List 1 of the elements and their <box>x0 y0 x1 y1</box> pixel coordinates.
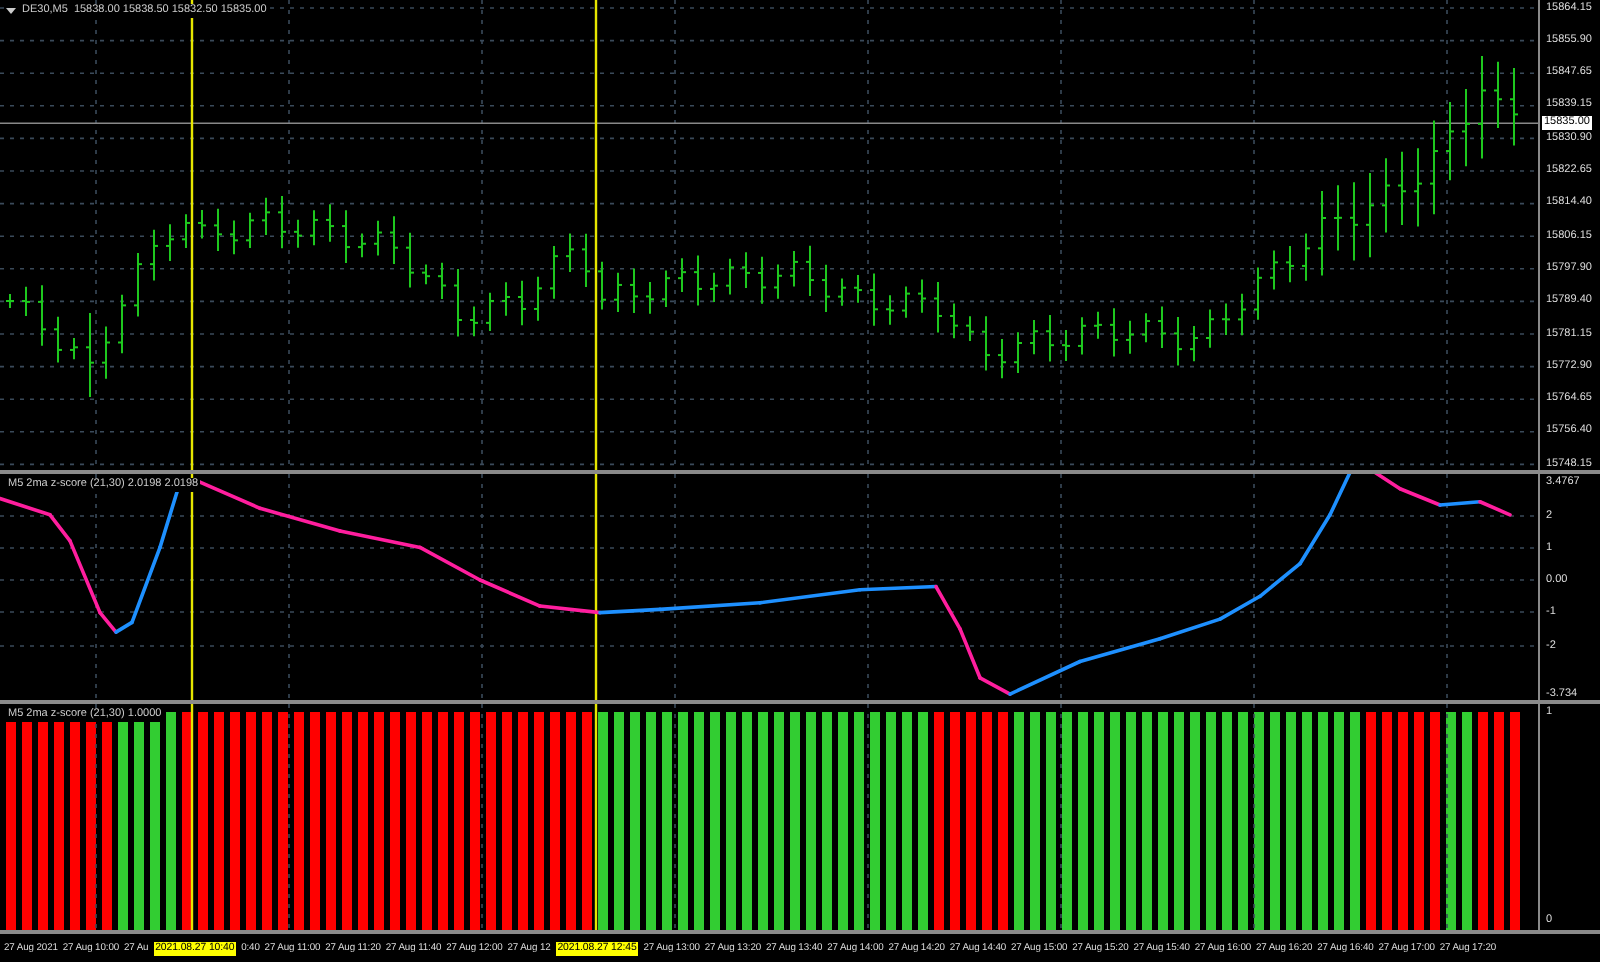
dropdown-icon[interactable] <box>6 6 16 16</box>
